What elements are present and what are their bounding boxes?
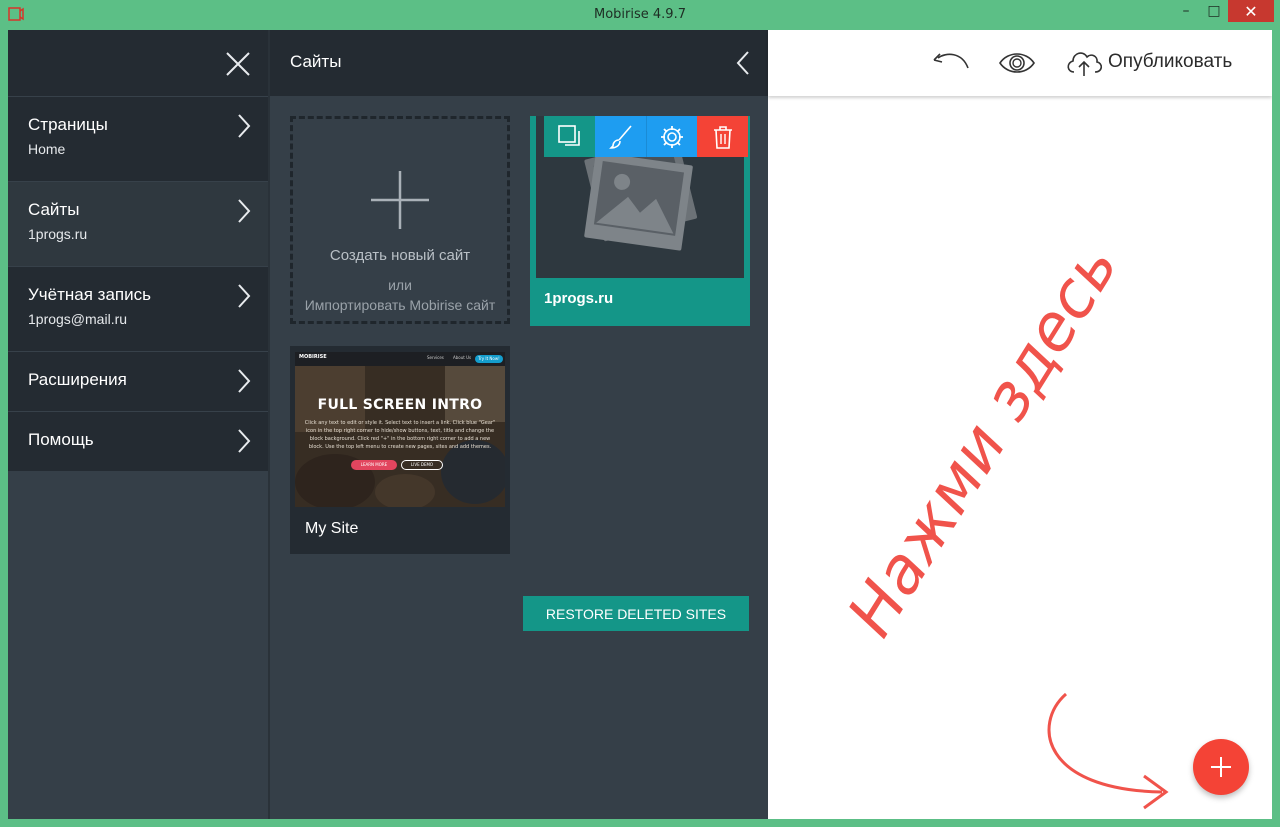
menu-item-label: Учётная запись bbox=[28, 285, 151, 304]
sites-panel-title: Сайты bbox=[290, 52, 342, 71]
site-settings-button[interactable] bbox=[646, 116, 697, 157]
maximize-button[interactable]: □ bbox=[1200, 0, 1228, 22]
thumbnail-button: LIVE DEMO bbox=[401, 460, 443, 470]
chevron-left-icon[interactable] bbox=[736, 50, 750, 76]
import-site-label[interactable]: Импортировать Mobirise сайт bbox=[293, 297, 507, 313]
chevron-right-icon bbox=[238, 114, 251, 138]
sites-panel: Сайты Создать новый сайт или Импортирова… bbox=[268, 30, 768, 819]
site-thumbnail: MOBIRISE Services About Us Try It Now! F… bbox=[295, 352, 505, 507]
site-card-1progs[interactable]: 1progs.ru bbox=[530, 116, 750, 326]
site-card-toolbar bbox=[544, 116, 748, 157]
thumbnail-brand: MOBIRISE bbox=[299, 354, 327, 360]
main-menu: Страницы Home Сайты 1progs.ru Учётная за… bbox=[8, 30, 268, 819]
thumbnail-button: Try It Now! bbox=[475, 355, 503, 363]
hint-text: Нажми здесь bbox=[834, 231, 1133, 650]
chevron-right-icon bbox=[238, 284, 251, 308]
menu-item-account[interactable]: Учётная запись 1progs@mail.ru bbox=[8, 266, 268, 351]
duplicate-site-button[interactable] bbox=[544, 116, 595, 157]
menu-item-help[interactable]: Помощь bbox=[8, 411, 268, 471]
chevron-right-icon bbox=[238, 199, 251, 223]
minimize-button[interactable]: – bbox=[1172, 0, 1200, 22]
duplicate-icon bbox=[557, 124, 580, 146]
chevron-right-icon bbox=[238, 369, 251, 393]
thumbnail-hero-text: Click any text to edit or style it. Sele… bbox=[304, 420, 496, 450]
create-site-label: Создать новый сайт bbox=[329, 247, 471, 264]
main-menu-header bbox=[8, 30, 268, 96]
menu-item-label: Сайты bbox=[28, 200, 80, 219]
menu-item-label: Страницы bbox=[28, 115, 108, 134]
plus-icon bbox=[1211, 757, 1231, 777]
eye-icon[interactable] bbox=[998, 48, 1036, 78]
chevron-right-icon bbox=[238, 429, 251, 453]
site-card-name: My Site bbox=[305, 520, 359, 537]
window-title: Mobirise 4.9.7 bbox=[594, 7, 686, 22]
editor-toolbar: Опубликовать bbox=[768, 30, 1272, 96]
menu-item-sublabel: 1progs.ru bbox=[28, 226, 88, 242]
delete-site-button[interactable] bbox=[697, 116, 748, 157]
menu-item-label: Расширения bbox=[28, 370, 127, 389]
publish-label: Опубликовать bbox=[1108, 51, 1233, 72]
trash-icon bbox=[713, 125, 732, 149]
site-card-name: 1progs.ru bbox=[544, 290, 614, 307]
add-block-button[interactable] bbox=[1193, 739, 1249, 795]
app-window: Страницы Home Сайты 1progs.ru Учётная за… bbox=[8, 30, 1272, 819]
publish-button[interactable]: Опубликовать bbox=[1064, 44, 1232, 80]
create-site-or: или bbox=[388, 277, 412, 293]
thumbnail-button: LEARN MORE bbox=[351, 460, 397, 470]
thumbnail-link: Services bbox=[427, 355, 444, 360]
menu-item-label: Помощь bbox=[28, 430, 94, 449]
create-site-card[interactable]: Создать новый сайт или Импортировать Mob… bbox=[290, 116, 510, 324]
menu-item-sublabel: 1progs@mail.ru bbox=[28, 311, 128, 327]
thumbnail-navbar: MOBIRISE Services About Us Try It Now! bbox=[295, 352, 505, 366]
plus-icon bbox=[371, 171, 429, 229]
undo-icon[interactable] bbox=[932, 48, 972, 78]
restore-deleted-sites-button[interactable]: RESTORE DELETED SITES bbox=[523, 596, 749, 631]
site-style-button[interactable] bbox=[595, 116, 646, 157]
menu-item-pages[interactable]: Страницы Home bbox=[8, 96, 268, 181]
gear-icon bbox=[661, 125, 683, 148]
thumbnail-hero-title: FULL SCREEN INTRO bbox=[317, 397, 483, 413]
close-icon[interactable] bbox=[224, 50, 252, 78]
thumbnail-link: About Us bbox=[453, 355, 472, 360]
brush-icon bbox=[608, 124, 632, 149]
menu-item-sites[interactable]: Сайты 1progs.ru bbox=[8, 181, 268, 266]
cloud-upload-icon bbox=[1067, 52, 1103, 76]
window-close-button[interactable]: ✕ bbox=[1228, 0, 1274, 22]
sites-panel-header: Сайты bbox=[270, 30, 768, 96]
menu-item-sublabel: Home bbox=[28, 141, 66, 157]
window-titlebar: Mobirise 4.9.7 – □ ✕ bbox=[0, 0, 1280, 30]
site-card-mysite[interactable]: MOBIRISE Services About Us Try It Now! F… bbox=[290, 346, 510, 554]
menu-item-extensions[interactable]: Расширения bbox=[8, 351, 268, 411]
